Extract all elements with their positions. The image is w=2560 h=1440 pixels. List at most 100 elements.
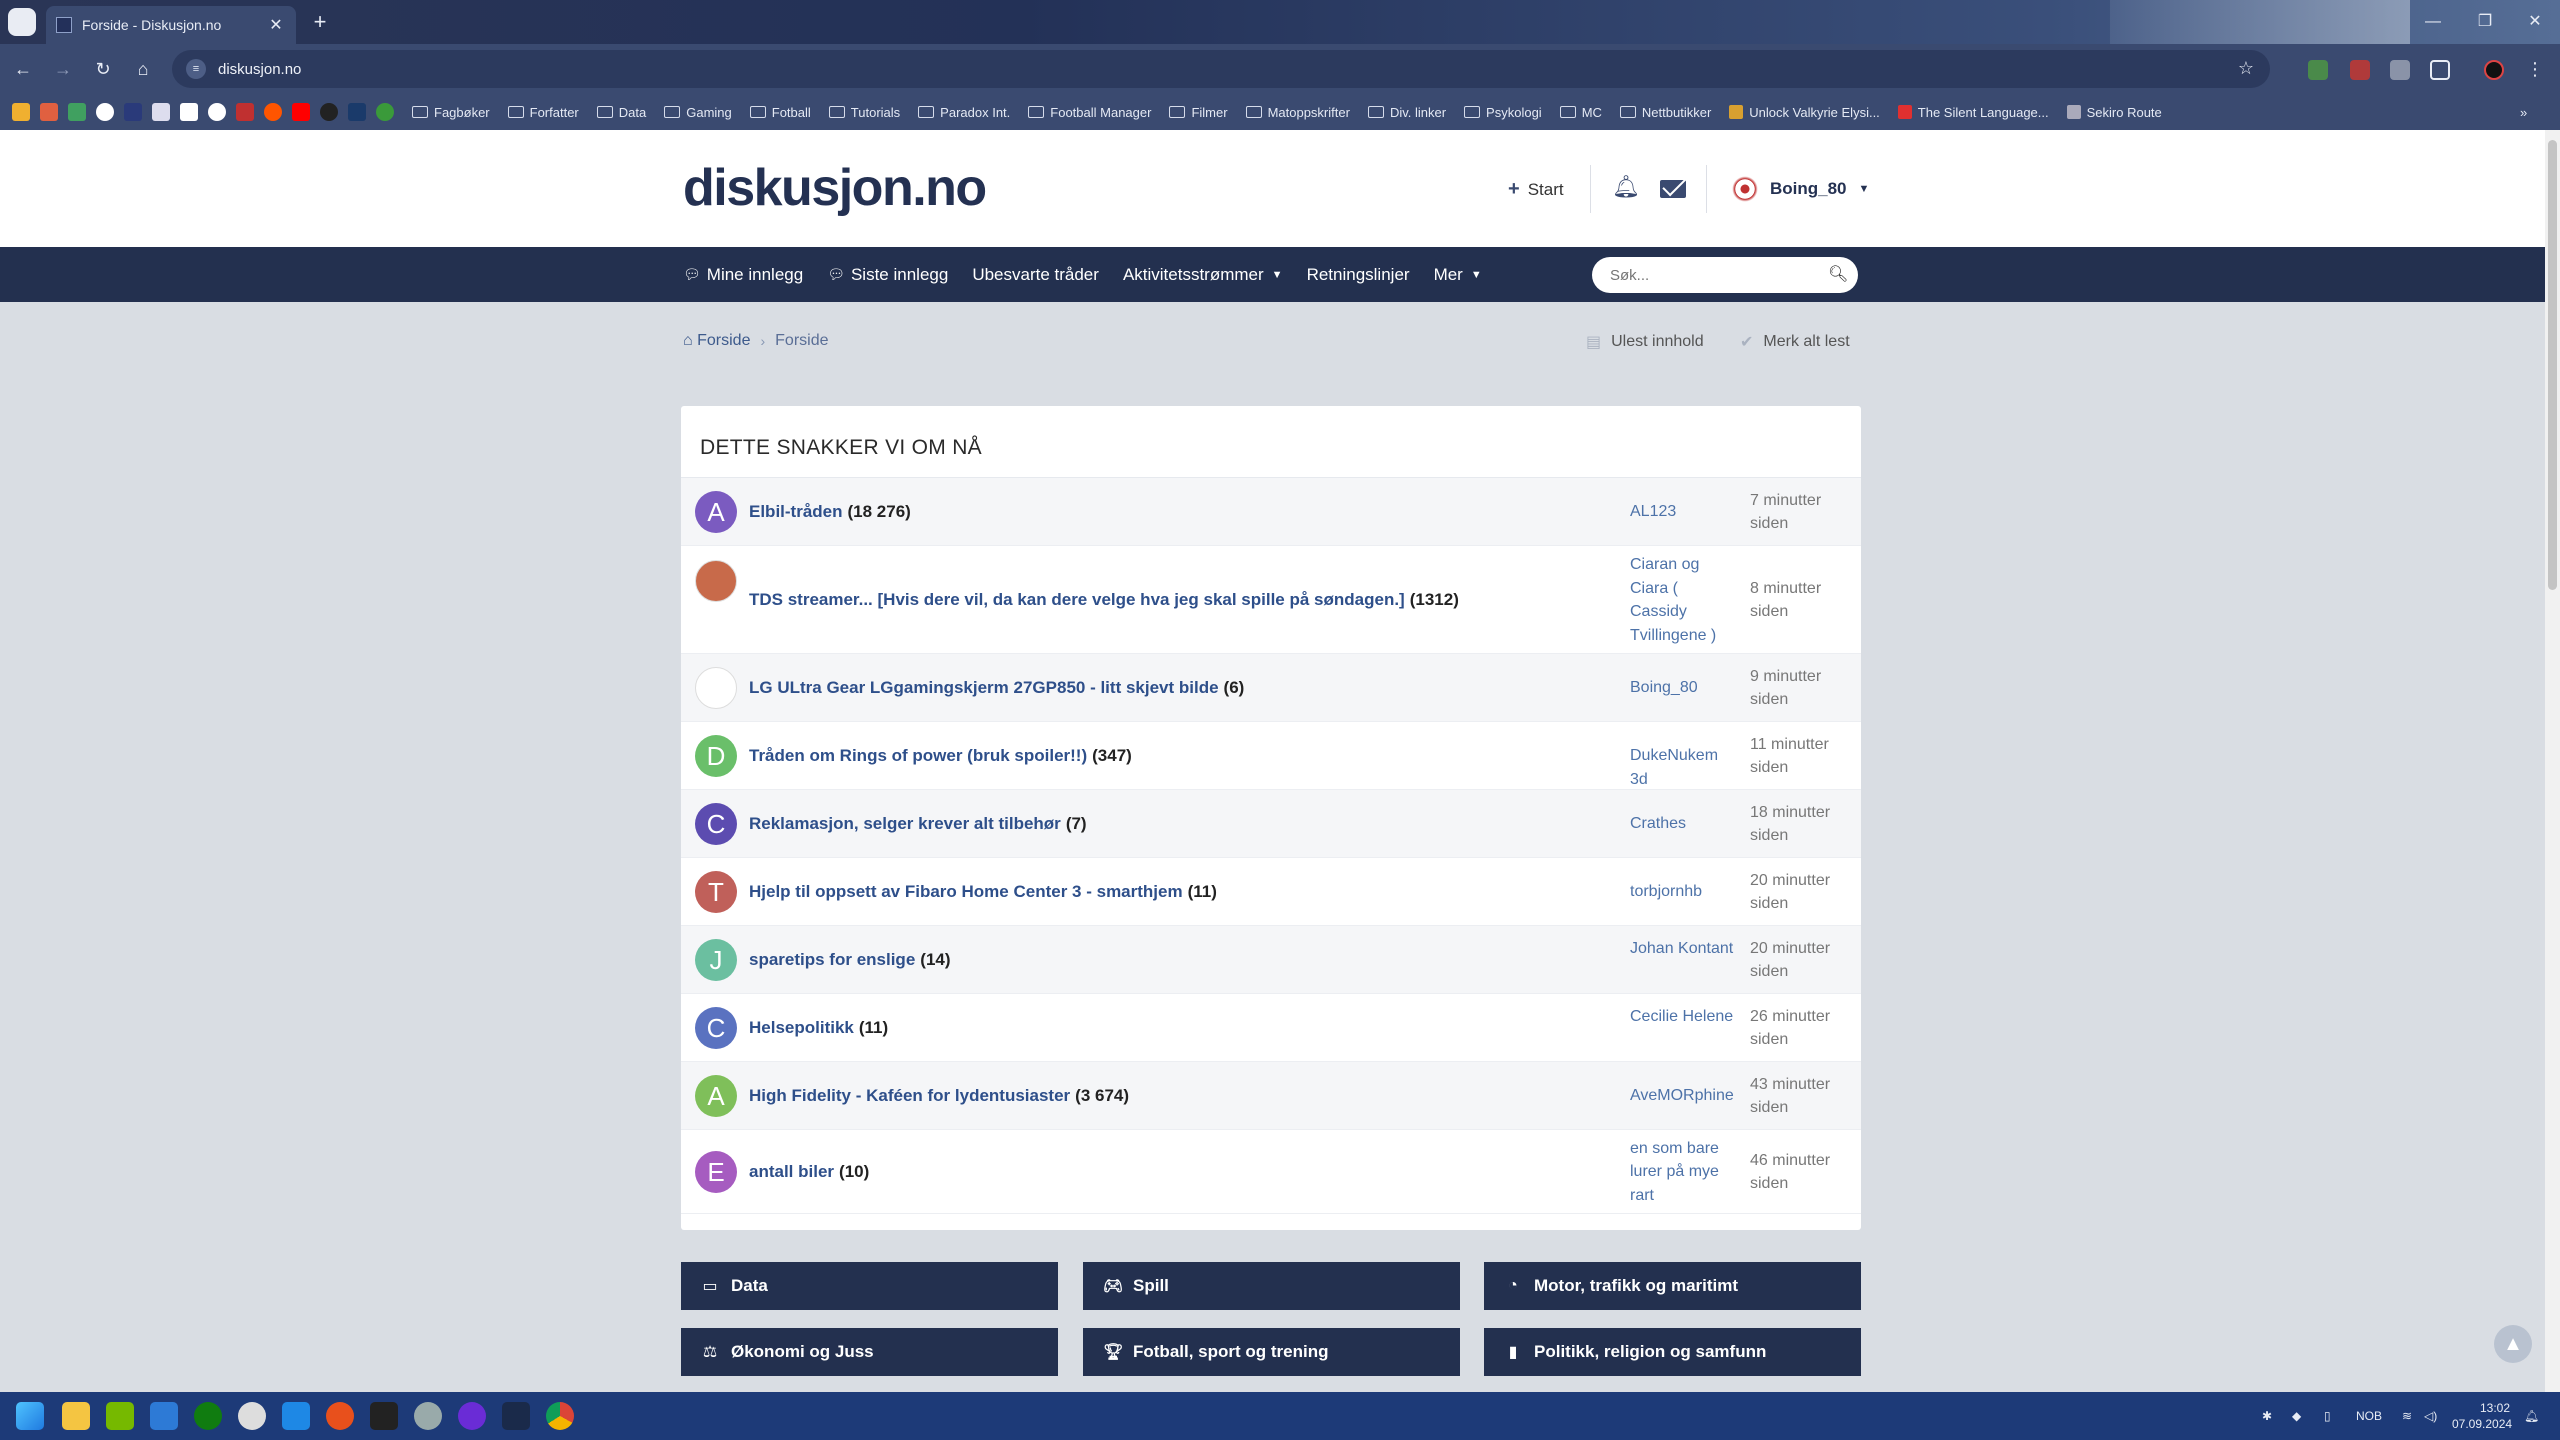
xbox-icon[interactable]	[376, 103, 394, 121]
check-icon[interactable]	[208, 103, 226, 121]
nav-latest-posts[interactable]: 💬︎ Siste innlegg	[827, 265, 948, 285]
browser-menu-icon[interactable]: ⋮	[2522, 56, 2548, 82]
bookmark-folder[interactable]: Tutorials	[828, 105, 900, 120]
topic-link[interactable]: LG ULtra Gear LGgamingskjerm 27GP850 - l…	[749, 678, 1244, 698]
bookmark-folder[interactable]: Fagbøker	[412, 105, 490, 120]
author-link[interactable]: AveMORphine	[1630, 1084, 1734, 1108]
reddit-icon[interactable]	[264, 103, 282, 121]
app-icon[interactable]	[458, 1402, 486, 1430]
profile-avatar-icon[interactable]	[2484, 60, 2504, 80]
google-icon[interactable]	[96, 103, 114, 121]
store-icon[interactable]	[150, 1402, 178, 1430]
home-icon[interactable]: ⌂	[130, 56, 156, 82]
mark-all-read-link[interactable]: ✔ Merk alt lest	[1740, 332, 1850, 352]
topic-link[interactable]: Tråden om Rings of power (bruk spoiler!!…	[749, 746, 1132, 766]
bookmarks-overflow-button[interactable]: »	[2520, 105, 2527, 120]
system-clock[interactable]: 13:02 07.09.2024	[2452, 1400, 2512, 1432]
close-window-button[interactable]: ✕	[2505, 0, 2560, 44]
battery-icon[interactable]: ▯	[2324, 1392, 2331, 1440]
topic-link[interactable]: antall biler (10)	[749, 1162, 869, 1182]
bookmark-folder[interactable]: Football Manager	[1028, 105, 1151, 120]
wifi-icon[interactable]: ≋	[2402, 1392, 2412, 1440]
extension-icon[interactable]	[2308, 60, 2328, 80]
topic-link[interactable]: Helsepolitikk (11)	[749, 1018, 888, 1038]
author-link[interactable]: Ciaran og Ciara ( Cassidy Tvillingene )	[1630, 553, 1734, 647]
extensions-puzzle-icon[interactable]	[2430, 60, 2450, 80]
app-icon[interactable]	[238, 1402, 266, 1430]
nav-activity-streams[interactable]: Aktivitetsstrømmer ▼	[1123, 265, 1283, 285]
bookmark-icon[interactable]	[152, 103, 170, 121]
unread-content-link[interactable]: ▤ Ulest innhold	[1586, 332, 1704, 352]
author-link[interactable]: Crathes	[1630, 812, 1734, 836]
author-avatar[interactable]: C	[695, 803, 737, 845]
category-football-sport[interactable]: 🏆︎ Fotball, sport og trening	[1083, 1328, 1460, 1376]
bookmark-icon[interactable]	[348, 103, 366, 121]
nav-my-posts[interactable]: 💬︎ Mine innlegg	[683, 265, 803, 285]
address-bar[interactable]: ≡ diskusjon.no ☆	[172, 50, 2270, 88]
language-indicator[interactable]: NOB	[2356, 1392, 2382, 1440]
forward-icon[interactable]: →	[50, 56, 76, 82]
ea-icon[interactable]	[326, 1402, 354, 1430]
bookmark-icon[interactable]	[68, 103, 86, 121]
app-icon[interactable]	[282, 1402, 310, 1430]
bookmark-folder[interactable]: Filmer	[1169, 105, 1228, 120]
xbox-icon[interactable]	[194, 1402, 222, 1430]
nav-more[interactable]: Mer ▼	[1434, 265, 1482, 285]
search-input[interactable]	[1592, 257, 1858, 293]
author-avatar[interactable]: D	[695, 735, 737, 777]
bookmark-folder[interactable]: Matoppskrifter	[1245, 105, 1350, 120]
volume-icon[interactable]: ◁)	[2424, 1392, 2437, 1440]
browser-tab-active[interactable]: Forside - Diskusjon.no ✕	[46, 6, 296, 44]
author-avatar[interactable]: C	[695, 1007, 737, 1049]
topic-link[interactable]: Elbil-tråden (18 276)	[749, 502, 911, 522]
bookmark-link[interactable]: The Silent Language...	[1897, 105, 2049, 120]
bookmark-icon[interactable]	[124, 103, 142, 121]
author-link[interactable]: torbjornhb	[1630, 880, 1734, 904]
bluetooth-icon[interactable]: ✱	[2262, 1392, 2272, 1440]
breadcrumb-current[interactable]: Forside	[775, 332, 828, 350]
bookmark-folder[interactable]: Fotball	[749, 105, 811, 120]
author-avatar[interactable]	[695, 667, 737, 709]
bookmark-icon[interactable]	[236, 103, 254, 121]
user-menu[interactable]: Boing_80 ▼	[1730, 174, 1869, 204]
author-link[interactable]: Cecilie Helene	[1630, 1005, 1734, 1029]
bookmark-icon[interactable]	[12, 103, 30, 121]
browser-profile-icon[interactable]	[8, 8, 36, 36]
site-info-icon[interactable]: ≡	[186, 59, 206, 79]
notifications-bell-icon[interactable]: 🔔︎	[1612, 174, 1640, 200]
bookmark-folder[interactable]: Forfatter	[507, 105, 579, 120]
start-button[interactable]: + Start	[1508, 178, 1564, 201]
messages-envelope-icon[interactable]	[1660, 180, 1686, 198]
bookmark-star-icon[interactable]: ☆	[2238, 58, 2254, 79]
youtube-icon[interactable]	[292, 103, 310, 121]
category-motor[interactable]: ◔ Motor, trafikk og maritimt	[1484, 1262, 1861, 1310]
steam-icon[interactable]	[502, 1402, 530, 1430]
topic-link[interactable]: High Fidelity - Kaféen for lydentusiaste…	[749, 1086, 1129, 1106]
site-logo[interactable]: diskusjon.no	[683, 158, 987, 218]
page-scrollbar[interactable]	[2545, 130, 2560, 1392]
author-avatar[interactable]: E	[695, 1151, 737, 1193]
tray-app-icon[interactable]: ◆	[2292, 1392, 2301, 1440]
bookmark-folder[interactable]: Paradox Int.	[918, 105, 1010, 120]
playstation-icon[interactable]	[180, 103, 198, 121]
topic-link[interactable]: sparetips for enslige (14)	[749, 950, 951, 970]
reload-icon[interactable]: ↻	[90, 56, 116, 82]
category-games[interactable]: 🎮︎ Spill	[1083, 1262, 1460, 1310]
category-politics[interactable]: ▮ Politikk, religion og samfunn	[1484, 1328, 1861, 1376]
file-explorer-icon[interactable]	[62, 1402, 90, 1430]
bookmark-folder[interactable]: MC	[1559, 105, 1602, 120]
author-avatar[interactable]: T	[695, 871, 737, 913]
author-link[interactable]: Johan Kontant	[1630, 937, 1734, 961]
back-to-top-button[interactable]: ▲	[2494, 1325, 2532, 1363]
bookmark-folder[interactable]: Div. linker	[1367, 105, 1446, 120]
chrome-icon[interactable]	[546, 1402, 574, 1430]
notification-bell-icon[interactable]: 🔔︎	[2524, 1392, 2539, 1440]
author-link[interactable]: en som bare lurer på mye rart	[1630, 1137, 1734, 1208]
nav-unanswered[interactable]: Ubesvarte tråder	[972, 265, 1099, 285]
bookmark-link[interactable]: Sekiro Route	[2066, 105, 2162, 120]
topic-link[interactable]: TDS streamer... [Hvis dere vil, da kan d…	[749, 590, 1459, 610]
bookmark-folder[interactable]: Data	[596, 105, 646, 120]
scrollbar-thumb[interactable]	[2548, 140, 2557, 590]
bookmark-icon[interactable]	[40, 103, 58, 121]
bookmark-link[interactable]: Unlock Valkyrie Elysi...	[1729, 105, 1880, 120]
